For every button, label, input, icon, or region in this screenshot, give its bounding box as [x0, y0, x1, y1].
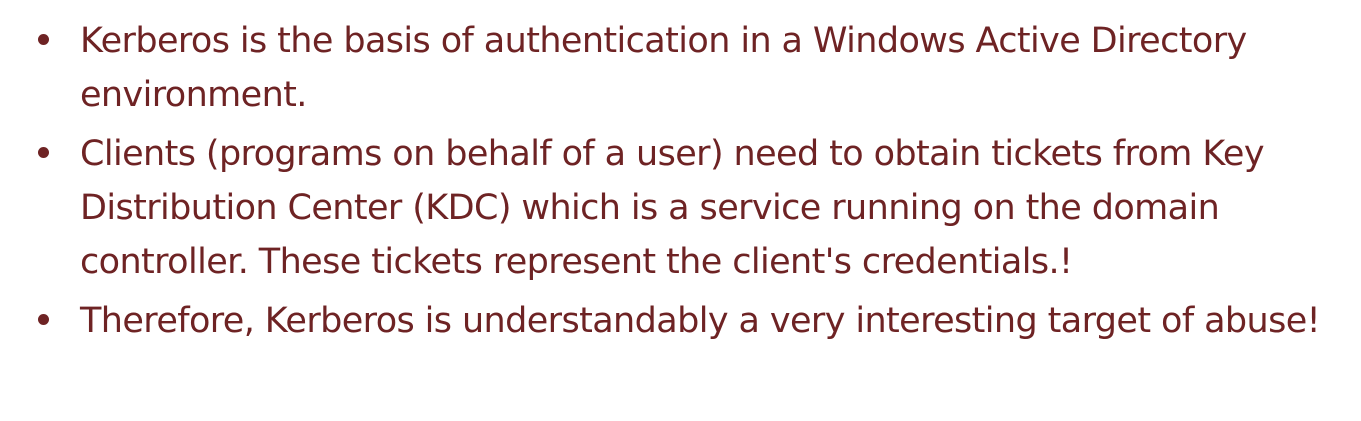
bullet-item-kerberos-basis: Kerberos is the basis of authentication … [38, 14, 1338, 122]
bullet-icon [38, 147, 49, 158]
bullet-text: Kerberos is the basis of authentication … [80, 21, 1247, 115]
bullet-icon [38, 314, 49, 325]
bullet-icon [38, 34, 49, 45]
bullet-text: Clients (programs on behalf of a user) n… [80, 134, 1265, 282]
slide: Kerberos is the basis of authentication … [0, 0, 1361, 421]
bullet-item-clients-tickets: Clients (programs on behalf of a user) n… [38, 127, 1338, 289]
bullet-item-abuse-target: Therefore, Kerberos is understandably a … [38, 294, 1338, 348]
bullet-text: Therefore, Kerberos is understandably a … [80, 301, 1321, 341]
bullet-list: Kerberos is the basis of authentication … [38, 14, 1338, 353]
